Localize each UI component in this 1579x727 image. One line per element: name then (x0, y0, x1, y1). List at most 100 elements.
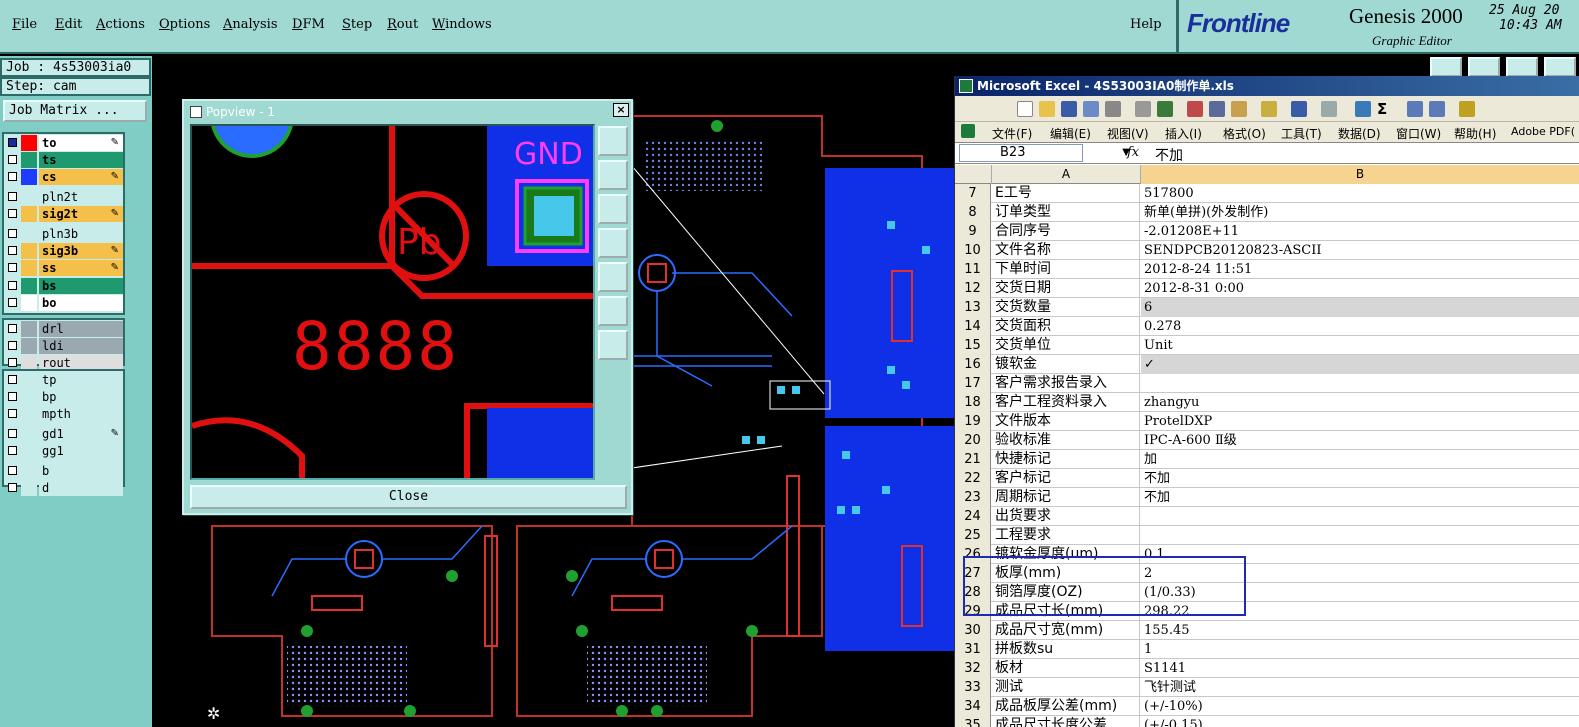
cell-a[interactable]: 验收标准 (992, 431, 1140, 450)
menu-edit[interactable]: Edit (55, 17, 82, 32)
layer-row-bs[interactable]: bs (4, 278, 123, 294)
layer-row-gd1[interactable]: gd1 ✎ (4, 426, 123, 442)
cell-b[interactable]: 2012-8-24 11:51 (1141, 260, 1579, 279)
row-header[interactable]: 20 (955, 431, 991, 450)
layer-row-sig3b[interactable]: sig3b ✎ (4, 243, 123, 259)
name-box[interactable]: B23 ▼ (959, 144, 1130, 162)
pan-left-icon[interactable] (598, 228, 628, 258)
row-header[interactable]: 25 (955, 526, 991, 545)
row-header[interactable]: 34 (955, 697, 991, 716)
excel-menu-view[interactable]: 视图(V) (1107, 125, 1149, 142)
row-header[interactable]: 8 (955, 203, 991, 222)
pan-down-icon[interactable] (598, 194, 628, 224)
cell-a[interactable]: 合同序号 (992, 222, 1140, 241)
cell-a[interactable]: 交货单位 (992, 336, 1140, 355)
layer-row-ss[interactable]: ss ✎ (4, 260, 123, 276)
view-button-3[interactable] (1506, 57, 1538, 77)
print-preview-icon[interactable] (1135, 101, 1151, 117)
cell-a[interactable]: 测试 (992, 678, 1140, 697)
cell-b[interactable]: 0.278 (1141, 317, 1579, 336)
format-painter-icon[interactable] (1261, 101, 1277, 117)
cell-a[interactable]: 板厚(mm) (992, 564, 1140, 583)
layer-name[interactable]: tp (39, 372, 123, 388)
cell-a[interactable]: 订单类型 (992, 203, 1140, 222)
zoom-in-icon[interactable] (598, 296, 628, 326)
layer-row-cs[interactable]: cs ✎ (4, 169, 123, 185)
cell-b[interactable]: 新单(单拼)(外发制作) (1141, 203, 1579, 222)
layer-checkbox[interactable] (8, 209, 17, 218)
job-matrix-button[interactable]: Job Matrix ... (3, 100, 147, 122)
cell-a[interactable]: 交货数量 (992, 298, 1140, 317)
pan-up-icon[interactable] (598, 160, 628, 190)
menu-rout[interactable]: Rout (387, 17, 418, 32)
menu-dfm[interactable]: DFM (292, 17, 325, 32)
popview-titlebar[interactable]: Popview - 1 (186, 103, 629, 121)
cell-a[interactable]: 周期标记 (992, 488, 1140, 507)
excel-menu-help[interactable]: 帮助(H) (1454, 125, 1496, 142)
cell-a[interactable]: 客户标记 (992, 469, 1140, 488)
redo-icon[interactable] (1321, 101, 1337, 117)
row-header[interactable]: 19 (955, 412, 991, 431)
cell-a[interactable]: 交货日期 (992, 279, 1140, 298)
excel-menu-data[interactable]: 数据(D) (1338, 125, 1381, 142)
layer-checkbox[interactable] (8, 446, 17, 455)
layer-name[interactable]: bp (39, 389, 123, 405)
row-header[interactable]: 11 (955, 260, 991, 279)
menu-actions[interactable]: Actions (96, 17, 145, 32)
row-header[interactable]: 18 (955, 393, 991, 412)
row-header[interactable]: 14 (955, 317, 991, 336)
column-header-b[interactable]: B (1141, 165, 1579, 184)
excel-menu-insert[interactable]: 插入(I) (1165, 125, 1202, 142)
excel-menu-window[interactable]: 窗口(W) (1396, 125, 1441, 142)
cell-a[interactable]: 文件版本 (992, 412, 1140, 431)
cell-b[interactable] (1141, 526, 1579, 545)
row-header[interactable]: 33 (955, 678, 991, 697)
row-header[interactable]: 31 (955, 640, 991, 659)
row-header[interactable]: 29 (955, 602, 991, 621)
layer-row-drl[interactable]: drl (4, 321, 123, 337)
layer-checkbox[interactable] (8, 466, 17, 475)
chart-wizard-icon[interactable] (1459, 101, 1475, 117)
layer-row-bo[interactable]: bo (4, 295, 123, 311)
cell-b[interactable]: IPC-A-600 Ⅱ级 (1141, 431, 1579, 450)
cell-a[interactable]: E工号 (992, 184, 1140, 203)
cell-a[interactable]: 成品尺寸长(mm) (992, 602, 1140, 621)
row-header[interactable]: 15 (955, 336, 991, 355)
layer-name[interactable]: d (39, 480, 123, 496)
excel-menu-tools[interactable]: 工具(T) (1281, 125, 1322, 142)
layer-name[interactable]: mpth (39, 406, 123, 422)
cell-a[interactable]: 工程要求 (992, 526, 1140, 545)
cell-b[interactable]: (1/0.33) (1141, 583, 1579, 602)
row-header[interactable]: 17 (955, 374, 991, 393)
excel-titlebar[interactable]: Microsoft Excel - 4S53003IA0制作单.xls (955, 76, 1579, 96)
layer-name[interactable]: b (39, 463, 123, 479)
cell-a[interactable]: 镀软金厚度(um) (992, 545, 1140, 564)
cell-b[interactable] (1141, 507, 1579, 526)
select-all-corner[interactable] (955, 165, 992, 184)
row-header[interactable]: 30 (955, 621, 991, 640)
cell-b[interactable]: 517800 (1141, 184, 1579, 203)
cell-b[interactable] (1141, 374, 1579, 393)
new-file-icon[interactable] (1017, 101, 1033, 117)
cell-a[interactable]: 拼板数su (992, 640, 1140, 659)
layer-checkbox[interactable] (8, 341, 17, 350)
layer-row-pln2t[interactable]: pln2t (4, 189, 123, 205)
cell-a[interactable]: 镀软金 (992, 355, 1140, 374)
cell-b[interactable]: (+/-0.15) (1141, 716, 1579, 727)
cell-b[interactable]: 155.45 (1141, 621, 1579, 640)
layer-row-tp[interactable]: tp (4, 372, 123, 388)
row-header[interactable]: 35 (955, 716, 991, 727)
cell-b[interactable]: ✓ (1141, 355, 1579, 374)
open-folder-icon[interactable] (1039, 101, 1055, 117)
cell-b[interactable]: 298.22 (1141, 602, 1579, 621)
cell-b[interactable]: zhangyu (1141, 393, 1579, 412)
cell-a[interactable]: 下单时间 (992, 260, 1140, 279)
popview-close-button[interactable]: Close (190, 485, 627, 509)
cell-b[interactable]: 不加 (1141, 469, 1579, 488)
spelling-icon[interactable] (1157, 101, 1173, 117)
layer-checkbox[interactable] (8, 358, 17, 367)
print-icon[interactable] (1105, 101, 1121, 117)
row-header[interactable]: 9 (955, 222, 991, 241)
zoom-out-icon[interactable] (598, 330, 628, 360)
row-header[interactable]: 24 (955, 507, 991, 526)
